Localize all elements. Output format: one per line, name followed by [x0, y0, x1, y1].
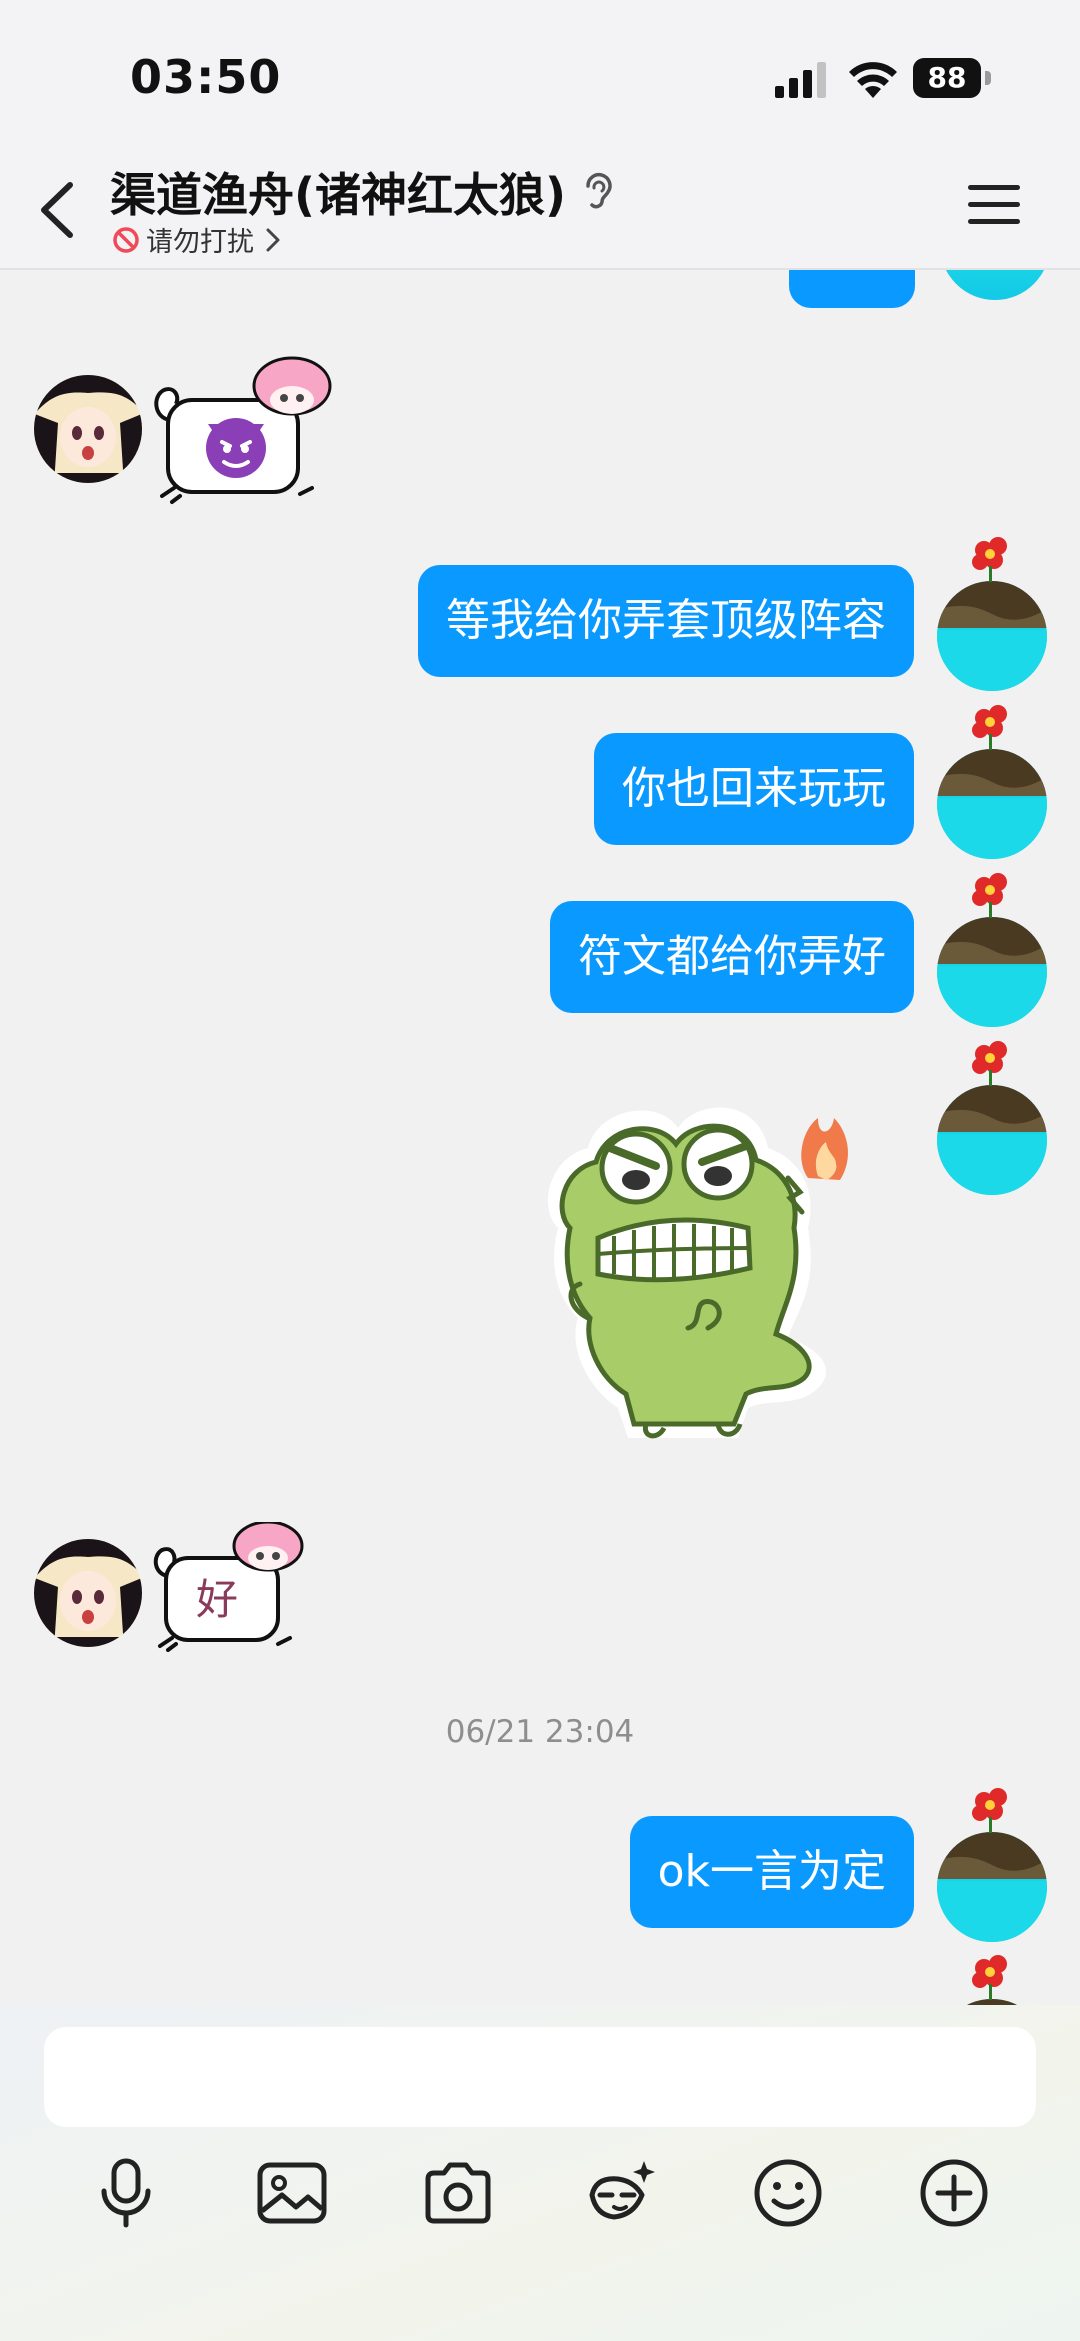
- message-bubble[interactable]: 等我给你弄套顶级阵容: [418, 565, 914, 677]
- battery-level: 88: [913, 58, 981, 98]
- hamburger-menu-icon[interactable]: [966, 182, 1022, 228]
- my-avatar[interactable]: [936, 1781, 1048, 1943]
- status-bar: 03:50 88: [0, 0, 1080, 150]
- my-avatar[interactable]: [936, 1948, 1048, 2005]
- earpiece-mode-icon[interactable]: [580, 170, 616, 214]
- composer: [0, 2005, 1080, 2341]
- angry-crocodile-sticker[interactable]: [518, 1088, 898, 1458]
- composer-toolbar: [0, 2155, 1080, 2245]
- emoji-icon[interactable]: [750, 2155, 826, 2231]
- message-bubble[interactable]: ok一言为定: [629, 1816, 914, 1928]
- my-avatar[interactable]: [940, 270, 1050, 300]
- chat-header: 渠道渔舟(诸神红太狼) 请勿打扰: [0, 150, 1080, 270]
- image-icon[interactable]: [254, 2155, 330, 2231]
- sticker-message[interactable]: 好: [150, 1522, 310, 1652]
- battery-icon: 88: [913, 58, 993, 100]
- do-not-disturb-icon: [113, 226, 139, 253]
- my-avatar[interactable]: [936, 698, 1048, 860]
- microphone-icon[interactable]: [88, 2155, 164, 2231]
- magic-edit-icon[interactable]: [584, 2155, 660, 2231]
- chevron-right-icon: [266, 228, 280, 251]
- timestamp-separator: 06/21 23:04: [445, 1714, 635, 1750]
- my-avatar[interactable]: [936, 1034, 1048, 1196]
- sticker-text: 好: [196, 1575, 239, 1624]
- chat-title[interactable]: 渠道渔舟(诸神红太狼): [110, 159, 566, 225]
- contact-avatar[interactable]: [32, 373, 144, 485]
- sticker-message-partial[interactable]: [789, 270, 915, 308]
- status-time: 03:50: [130, 50, 282, 104]
- camera-icon[interactable]: [420, 2155, 496, 2231]
- dnd-status-text[interactable]: 请勿打扰: [146, 220, 254, 259]
- my-avatar[interactable]: [936, 866, 1048, 1028]
- cellular-signal-icon: [775, 62, 826, 98]
- contact-avatar[interactable]: [32, 1537, 144, 1649]
- title-row[interactable]: 渠道渔舟(诸神红太狼): [110, 162, 616, 222]
- message-list[interactable]: 等我给你弄套顶级阵容 你也回来玩玩 符文都给你弄好 好 06/21 23:04 …: [0, 270, 1080, 2005]
- message-bubble[interactable]: 你也回来玩玩: [594, 733, 914, 845]
- plus-circle-icon[interactable]: [916, 2155, 992, 2231]
- my-avatar[interactable]: [936, 530, 1048, 692]
- sticker-message[interactable]: [150, 356, 336, 506]
- dnd-status[interactable]: 请勿打扰: [112, 220, 282, 259]
- message-input[interactable]: [44, 2027, 1036, 2127]
- back-button[interactable]: [30, 170, 90, 250]
- wifi-icon: [849, 62, 897, 98]
- message-bubble[interactable]: 符文都给你弄好: [550, 901, 914, 1013]
